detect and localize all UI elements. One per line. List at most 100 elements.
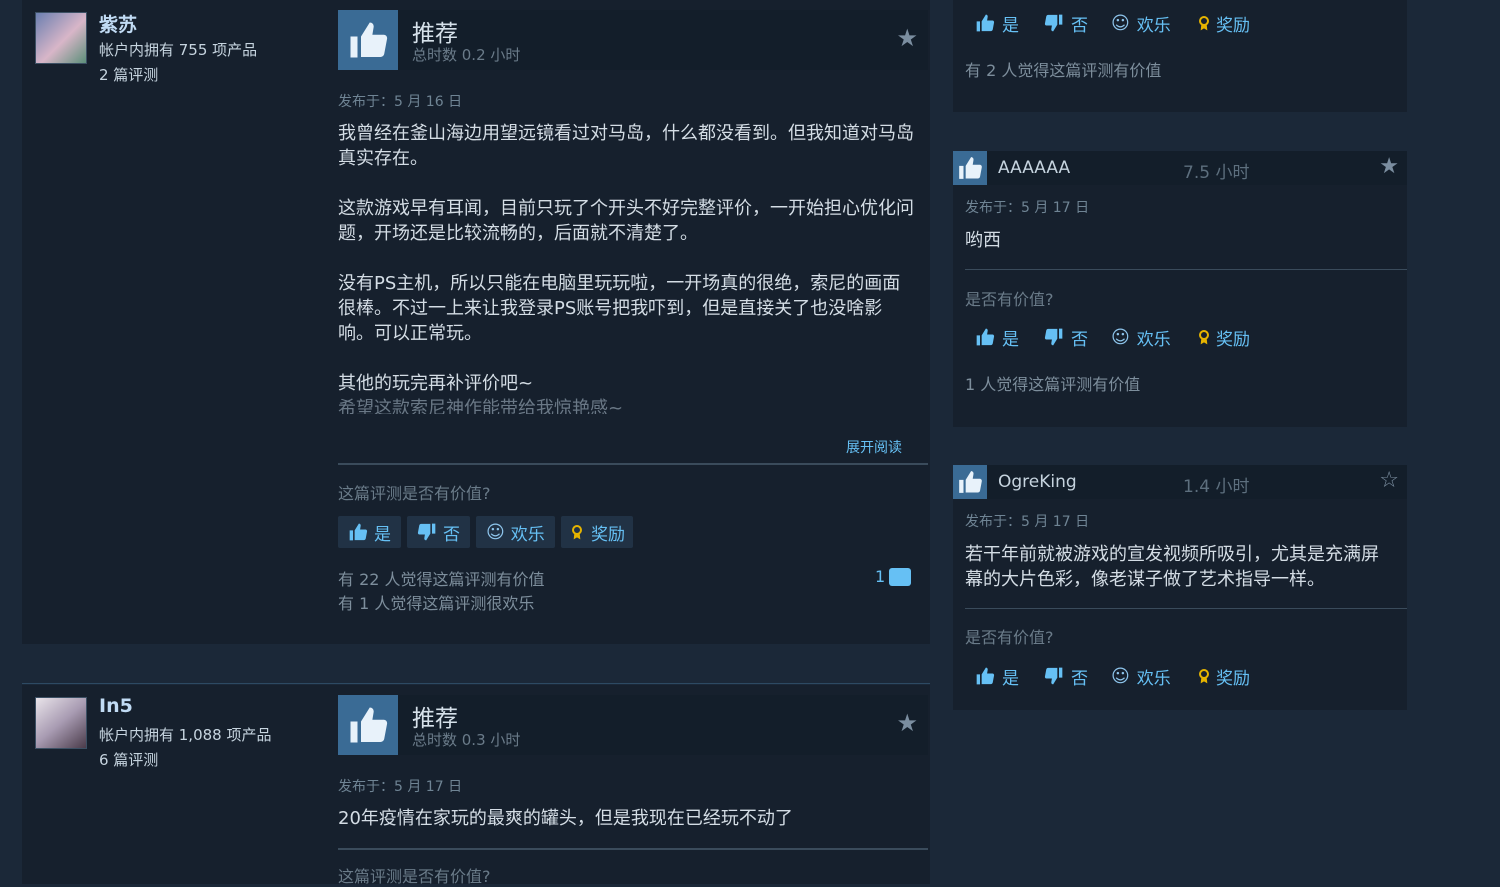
- award-button[interactable]: 奖励: [1196, 9, 1250, 37]
- comment-icon: [889, 568, 911, 586]
- helpful-count: 有 2 人觉得这篇评测有价值: [965, 61, 1162, 80]
- vote-yes-button[interactable]: 是: [975, 9, 1019, 37]
- vote-no-label: 否: [1071, 668, 1088, 689]
- thumbs-up-icon: [975, 666, 995, 686]
- review-text: 我曾经在釜山海边用望远镜看过对马岛，什么都没看到。但我知道对马岛真实存在。: [338, 123, 914, 169]
- divider: [965, 269, 1407, 270]
- review-header[interactable]: AAAAAA 7.5 小时 ★: [953, 151, 1407, 185]
- review-text: 其他的玩完再补评价吧~: [338, 373, 534, 394]
- review-header[interactable]: OgreKing 1.4 小时 ☆: [953, 465, 1407, 499]
- reviewer-name[interactable]: AAAAAA: [998, 158, 1070, 178]
- vote-funny-button[interactable]: ☺ 欢乐: [476, 516, 555, 548]
- vote-funny-label: 欢乐: [1136, 329, 1171, 350]
- section-divider: [22, 683, 930, 684]
- vote-yes-label: 是: [1002, 668, 1019, 689]
- smiley-icon: ☺: [1111, 326, 1130, 348]
- vote-yes-label: 是: [1002, 329, 1019, 350]
- review-text: 20年疫情在家玩的最爽的罐头，但是我现在已经玩不动了: [338, 808, 793, 829]
- thumbs-up-icon: [338, 695, 398, 755]
- vote-no-label: 否: [1071, 329, 1088, 350]
- recommendation-label: 推荐: [412, 706, 458, 732]
- reviewer-products[interactable]: 帐户内拥有 1,088 项产品: [99, 723, 271, 748]
- helpful-count: 1 人觉得这篇评测有价值: [965, 375, 1141, 394]
- divider: [965, 608, 1407, 609]
- reviewer-name[interactable]: OgreKing: [998, 472, 1077, 492]
- thumbs-down-icon: [1044, 327, 1064, 347]
- vote-funny-label: 欢乐: [510, 524, 545, 545]
- comment-count: 1: [875, 567, 886, 586]
- reviewer-name[interactable]: 紫苏: [99, 10, 137, 37]
- vote-funny-button[interactable]: ☺ 欢乐: [1111, 9, 1171, 37]
- vote-no-button[interactable]: 否: [1044, 9, 1088, 37]
- vote-yes-button[interactable]: 是: [975, 662, 1019, 690]
- award-label: 奖励: [1216, 15, 1250, 36]
- vote-funny-button[interactable]: ☺ 欢乐: [1111, 323, 1171, 351]
- thumbs-up-icon: [975, 13, 995, 33]
- helpful-question: 是否有价值?: [965, 290, 1054, 309]
- vote-no-button[interactable]: 否: [1044, 662, 1088, 690]
- playtime: 7.5 小时: [1183, 163, 1250, 183]
- vote-funny-label: 欢乐: [1136, 668, 1171, 689]
- avatar[interactable]: [35, 12, 87, 64]
- award-label: 奖励: [1216, 329, 1250, 350]
- posted-date: 发布于：5 月 16 日: [338, 94, 463, 110]
- thumbs-up-icon: [348, 522, 368, 542]
- reviewer-review-count[interactable]: 6 篇评测: [99, 748, 158, 773]
- avatar[interactable]: [35, 697, 87, 749]
- award-button[interactable]: 奖励: [1196, 323, 1250, 351]
- vote-yes-label: 是: [374, 524, 391, 545]
- star-icon[interactable]: ☆: [1379, 468, 1399, 493]
- award-icon: [1196, 327, 1212, 347]
- playtime: 总时数 0.2 小时: [412, 46, 521, 64]
- thumbs-down-icon: [1044, 13, 1064, 33]
- award-button[interactable]: 奖励: [1196, 662, 1250, 690]
- award-icon: [569, 522, 585, 542]
- smiley-icon: ☺: [486, 521, 505, 543]
- award-icon: [1196, 13, 1212, 33]
- vote-no-label: 否: [1071, 15, 1088, 36]
- thumbs-down-icon: [1044, 666, 1064, 686]
- review-header[interactable]: 推荐 总时数 0.3 小时 ★: [338, 695, 928, 755]
- vote-yes-button[interactable]: 是: [975, 323, 1019, 351]
- vote-funny-button[interactable]: ☺ 欢乐: [1111, 662, 1171, 690]
- helpful-count: 有 22 人觉得这篇评测有价值: [338, 570, 545, 589]
- award-label: 奖励: [1216, 668, 1250, 689]
- star-icon[interactable]: ★: [896, 709, 918, 737]
- award-label: 奖励: [591, 524, 625, 545]
- divider: [338, 848, 928, 850]
- thumbs-up-icon: [953, 465, 987, 499]
- posted-date: 发布于：5 月 17 日: [338, 779, 463, 795]
- thumbs-down-icon: [417, 522, 437, 542]
- divider: [338, 463, 928, 465]
- comment-link[interactable]: 1: [875, 566, 915, 592]
- award-icon: [1196, 666, 1212, 686]
- review-text: 哟西: [965, 230, 1001, 251]
- reviewer-name[interactable]: In5: [99, 695, 133, 717]
- review-header[interactable]: 推荐 总时数 0.2 小时 ★: [338, 10, 928, 70]
- playtime: 总时数 0.3 小时: [412, 731, 521, 749]
- funny-count: 有 1 人觉得这篇评测很欢乐: [338, 594, 535, 613]
- posted-date: 发布于：5 月 17 日: [965, 514, 1090, 530]
- playtime: 1.4 小时: [1183, 477, 1250, 497]
- recommendation-label: 推荐: [412, 21, 458, 47]
- star-icon[interactable]: ★: [896, 24, 918, 52]
- vote-yes-label: 是: [1002, 15, 1019, 36]
- helpful-question: 是否有价值?: [965, 628, 1054, 647]
- award-button[interactable]: 奖励: [561, 516, 633, 548]
- thumbs-up-icon: [953, 151, 987, 185]
- vote-no-button[interactable]: 否: [1044, 323, 1088, 351]
- expand-link[interactable]: 展开阅读: [846, 437, 902, 457]
- thumbs-up-icon: [338, 10, 398, 70]
- smiley-icon: ☺: [1111, 12, 1130, 34]
- vote-no-label: 否: [443, 524, 460, 545]
- review-text: 没有PS主机，所以只能在电脑里玩玩啦，一开场真的很绝，索尼的画面很棒。不过一上来…: [338, 273, 901, 344]
- vote-funny-label: 欢乐: [1136, 15, 1171, 36]
- vote-yes-button[interactable]: 是: [338, 516, 401, 548]
- vote-no-button[interactable]: 否: [407, 516, 470, 548]
- reviewer-review-count[interactable]: 2 篇评测: [99, 63, 158, 88]
- thumbs-up-icon: [975, 327, 995, 347]
- helpful-question: 这篇评测是否有价值?: [338, 867, 491, 886]
- star-icon[interactable]: ★: [1379, 154, 1399, 179]
- reviewer-products[interactable]: 帐户内拥有 755 项产品: [99, 38, 257, 63]
- side-review-card: [953, 0, 1407, 112]
